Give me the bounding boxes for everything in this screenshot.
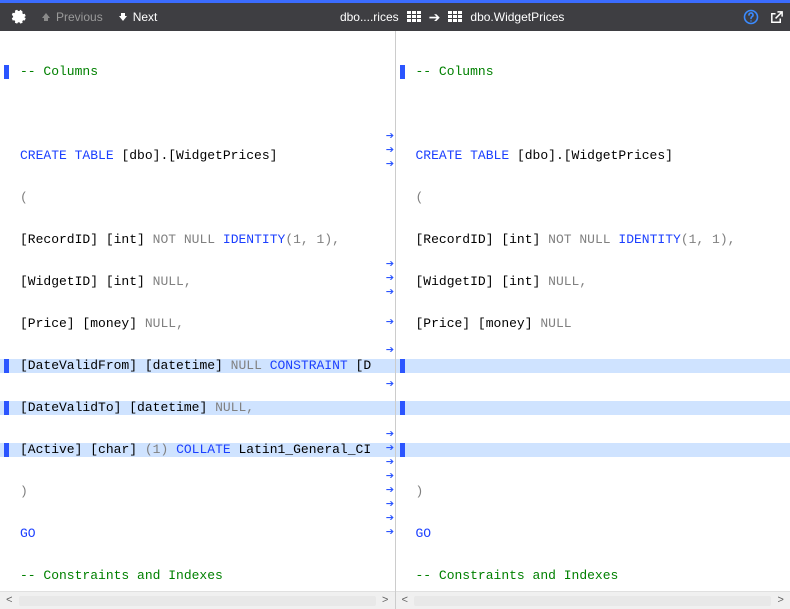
next-label: Next (133, 10, 158, 24)
scroll-left-icon[interactable]: < (2, 594, 17, 608)
scroll-track[interactable] (19, 596, 376, 606)
scroll-right-icon[interactable]: > (773, 594, 788, 608)
obj: [dbo].[WidgetPrices] (121, 148, 277, 163)
left-title: dbo....rices (340, 10, 399, 24)
previous-button[interactable]: Previous (36, 8, 107, 26)
right-pane: -- Columns CREATE TABLE [dbo].[WidgetPri… (396, 31, 790, 609)
help-icon (743, 9, 759, 25)
title-group: dbo....rices ➔ dbo.WidgetPrices (340, 10, 564, 24)
arrow-up-icon (40, 11, 52, 23)
left-code[interactable]: -- Columns CREATE TABLE [dbo].[WidgetPri… (0, 31, 395, 591)
right-title: dbo.WidgetPrices (470, 10, 564, 24)
grid-icon (407, 11, 421, 23)
help-button[interactable] (743, 9, 759, 25)
right-hscroll[interactable]: < > (396, 591, 790, 609)
comment: -- Columns (20, 64, 98, 79)
scroll-track[interactable] (414, 596, 771, 606)
next-button[interactable]: Next (113, 8, 162, 26)
toolbar: Previous Next dbo....rices ➔ dbo.WidgetP… (0, 3, 790, 31)
scroll-left-icon[interactable]: < (398, 594, 413, 608)
paren: ( (20, 190, 28, 205)
grid-icon (448, 11, 462, 23)
scroll-right-icon[interactable]: > (378, 594, 393, 608)
right-code[interactable]: -- Columns CREATE TABLE [dbo].[WidgetPri… (396, 31, 790, 591)
compare-arrow-icon: ➔ (429, 10, 441, 24)
left-hscroll[interactable]: < > (0, 591, 395, 609)
popout-button[interactable] (769, 10, 784, 25)
gear-icon (10, 9, 26, 25)
kw: CREATE TABLE (20, 148, 114, 163)
left-pane: -- Columns CREATE TABLE [dbo].[WidgetPri… (0, 31, 396, 609)
arrow-down-icon (117, 11, 129, 23)
settings-button[interactable] (6, 7, 30, 27)
popout-icon (769, 10, 784, 25)
previous-label: Previous (56, 10, 103, 24)
